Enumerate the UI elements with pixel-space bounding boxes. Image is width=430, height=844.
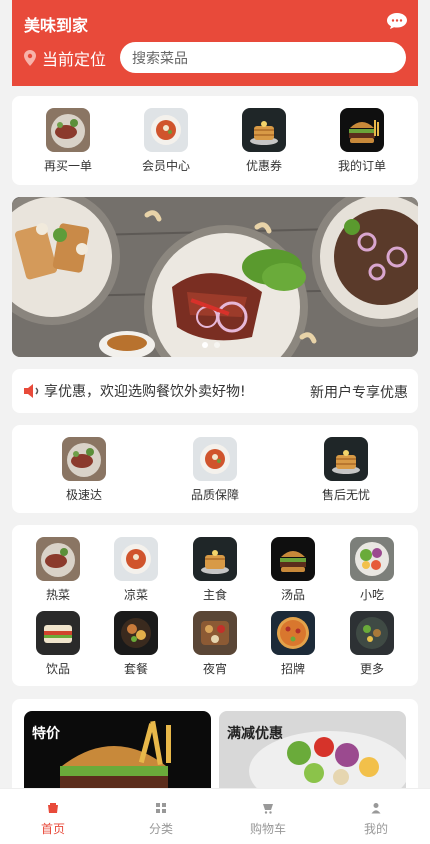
category-snacks[interactable]: 小吃	[342, 537, 402, 603]
soup-bowl-icon	[193, 437, 237, 481]
burger-icon	[340, 108, 384, 152]
category-label: 套餐	[123, 662, 148, 676]
tab-profile[interactable]: 我的	[346, 801, 406, 837]
category-combos[interactable]: 套餐	[106, 611, 166, 677]
tab-label: 购物车	[249, 822, 286, 836]
header: 美味到家 当前定位 搜索菜品	[12, 0, 418, 86]
category-signature[interactable]: 招牌	[263, 611, 323, 677]
notice-bar[interactable]: 享优惠，欢迎选购餐饮外卖好物! 新用户专享优惠	[12, 369, 418, 413]
chat-icon[interactable]	[386, 12, 408, 30]
location-label: 当前定位	[42, 50, 107, 69]
category-cold-dishes[interactable]: 凉菜	[106, 537, 166, 603]
new-user-offer-link[interactable]: 新用户专享优惠	[310, 382, 408, 402]
cart-icon	[263, 804, 273, 814]
category-label: 更多	[359, 662, 384, 676]
tab-home[interactable]: 首页	[23, 801, 83, 837]
category-label: 热菜	[45, 588, 70, 602]
service-label: 售后无忧	[321, 488, 370, 502]
bottom-tab-bar: 首页 分类 购物车 我的	[0, 788, 430, 844]
location-selector[interactable]: 当前定位	[24, 46, 106, 70]
tab-label: 我的	[363, 822, 388, 836]
service-label: 极速达	[65, 488, 102, 502]
salad-icon	[350, 537, 394, 581]
quick-links-card: 再买一单 会员中心 优惠券 我的订单	[12, 96, 418, 185]
tab-label: 分类	[148, 822, 173, 836]
quick-link-orders[interactable]: 我的订单	[332, 108, 392, 174]
pizza-icon	[271, 611, 315, 655]
quick-link-label: 再买一单	[43, 159, 92, 173]
stirfry-icon	[350, 611, 394, 655]
quick-link-label: 优惠券	[245, 159, 282, 173]
service-label: 品质保障	[190, 488, 239, 502]
quick-link-rebuy[interactable]: 再买一单	[38, 108, 98, 174]
quick-link-membership[interactable]: 会员中心	[136, 108, 196, 174]
location-pin-icon	[24, 50, 36, 66]
steak-dish-icon	[62, 437, 106, 481]
category-label: 凉菜	[123, 588, 148, 602]
category-hot-dishes[interactable]: 热菜	[28, 537, 88, 603]
promos-card: 特价 满减优惠	[12, 699, 418, 799]
category-staple[interactable]: 主食	[185, 537, 245, 603]
categories-card: 热菜 凉菜 主食 汤品 小吃 饮品 套餐 夜宵 招牌 更多	[12, 525, 418, 686]
home-icon	[48, 803, 58, 813]
pancake-stack-icon	[193, 537, 237, 581]
steak-dish-icon	[36, 537, 80, 581]
soup-bowl-icon	[114, 537, 158, 581]
pancake-stack-icon	[242, 108, 286, 152]
sandwich-icon	[36, 611, 80, 655]
category-label: 主食	[202, 588, 227, 602]
steak-dish-icon	[46, 108, 90, 152]
promo-discount[interactable]: 满减优惠	[219, 711, 406, 797]
category-more[interactable]: 更多	[342, 611, 402, 677]
category-late-night[interactable]: 夜宵	[185, 611, 245, 677]
banner-food-image	[12, 197, 418, 357]
platter-icon	[114, 611, 158, 655]
service-quality[interactable]: 品质保障	[175, 437, 255, 503]
user-icon	[371, 803, 381, 814]
tab-label: 首页	[40, 822, 65, 836]
quick-link-coupons[interactable]: 优惠券	[234, 108, 294, 174]
services-card: 极速达 品质保障 售后无忧	[12, 425, 418, 513]
search-placeholder: 搜索菜品	[132, 50, 188, 67]
tab-category[interactable]: 分类	[131, 801, 191, 837]
speaker-icon	[24, 384, 39, 398]
category-drinks[interactable]: 饮品	[28, 611, 88, 677]
category-soup[interactable]: 汤品	[263, 537, 323, 603]
tab-cart[interactable]: 购物车	[238, 801, 298, 837]
notice-text: 享优惠，欢迎选购餐饮外卖好物!	[44, 384, 246, 400]
promo-title: 满减优惠	[227, 726, 283, 742]
service-aftersales[interactable]: 售后无忧	[306, 437, 386, 503]
category-label: 饮品	[45, 662, 70, 676]
promo-banner[interactable]	[12, 197, 418, 357]
category-label: 招牌	[280, 662, 305, 676]
category-label: 夜宵	[202, 662, 227, 676]
burger-icon	[271, 537, 315, 581]
promo-title: 特价	[32, 726, 60, 742]
grid-icon	[156, 803, 166, 813]
app-title: 美味到家	[24, 16, 89, 35]
quick-link-label: 会员中心	[141, 159, 190, 173]
category-label: 小吃	[359, 588, 384, 602]
pancake-stack-icon	[324, 437, 368, 481]
soup-bowl-icon	[144, 108, 188, 152]
search-input[interactable]: 搜索菜品	[120, 42, 406, 73]
category-label: 汤品	[280, 588, 305, 602]
service-express[interactable]: 极速达	[44, 437, 124, 503]
bbq-icon	[193, 611, 237, 655]
quick-link-label: 我的订单	[337, 159, 386, 173]
promo-special-price[interactable]: 特价	[24, 711, 211, 797]
